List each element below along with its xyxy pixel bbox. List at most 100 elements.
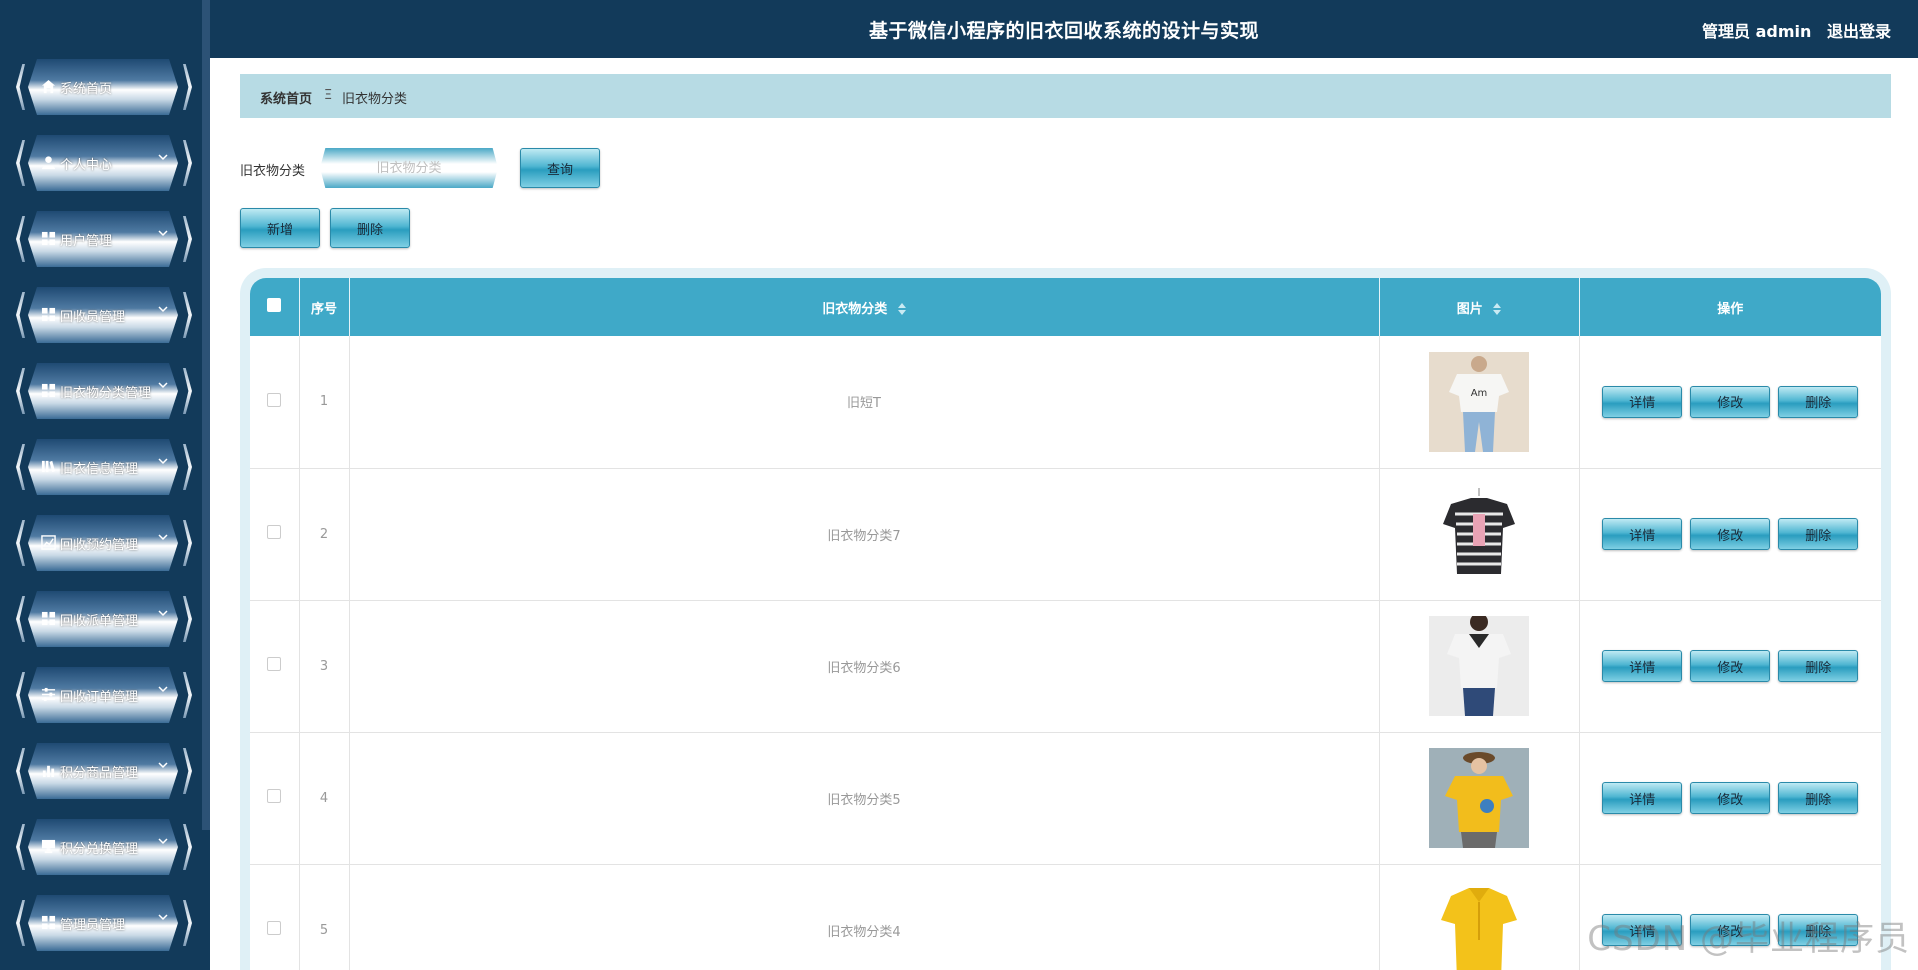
select-all-cell: [250, 278, 300, 336]
row-index: 1: [299, 336, 350, 469]
white-tshirt-photo[interactable]: Am: [1429, 351, 1529, 452]
row-image-cell: [1379, 732, 1580, 865]
top-header: 基于微信小程序的旧衣回收系统的设计与实现 管理员 admin 退出登录: [210, 0, 1918, 58]
delete-button[interactable]: 删除: [1778, 650, 1859, 682]
chevron-down-icon: [158, 762, 168, 769]
sidebar-item-label: 积分商品管理: [60, 766, 139, 781]
sidebar-item-label: 用户管理: [60, 234, 113, 249]
query-button[interactable]: 查询: [520, 148, 600, 188]
monitor-icon: [41, 839, 56, 854]
sort-icon[interactable]: [897, 303, 906, 315]
watermark: CSDN @毕业程序员: [1587, 919, 1910, 959]
sidebar-item-points-exchange[interactable]: 积分兑换管理: [14, 818, 194, 876]
chart-line-icon: [41, 535, 56, 550]
grid-icon: [41, 307, 56, 322]
sidebar-item-label: 回收预约管理: [60, 538, 139, 553]
delete-button[interactable]: 删除: [1778, 385, 1859, 418]
table-row: 4 旧衣物分类5 详情 修改 删除: [250, 732, 1881, 865]
row-actions: 详情 修改 删除: [1579, 600, 1881, 733]
row-index: 3: [299, 600, 350, 733]
header-image[interactable]: 图片: [1379, 278, 1580, 336]
sidebar-item-label: 回收订单管理: [60, 690, 139, 705]
detail-button[interactable]: 详情: [1602, 782, 1683, 814]
grid-icon: [41, 383, 56, 398]
search-input[interactable]: [320, 148, 498, 188]
sidebar-item-home[interactable]: 系统首页: [14, 58, 194, 116]
row-actions: 详情 修改 删除: [1579, 336, 1881, 469]
row-category: 旧短T: [349, 336, 1380, 469]
home-icon: [41, 79, 56, 94]
row-index: 2: [299, 468, 350, 601]
breadcrumb-home[interactable]: 系统首页: [260, 88, 312, 107]
sidebar-item-points-products[interactable]: 积分商品管理: [14, 742, 194, 800]
yellow-polo-photo[interactable]: [1429, 880, 1529, 970]
row-image-cell: [1379, 864, 1580, 970]
header-category-label: 旧衣物分类: [822, 301, 888, 317]
row-checkbox[interactable]: [267, 789, 282, 803]
header-image-label: 图片: [1456, 301, 1483, 317]
sidebar-item-label: 回收派单管理: [60, 614, 139, 629]
sidebar-item-label: 旧衣物分类管理: [60, 386, 152, 401]
sort-icon[interactable]: [1493, 303, 1502, 315]
row-image-cell: [1379, 600, 1580, 733]
row-category: 旧衣物分类6: [349, 600, 1380, 733]
sidebar-item-dispatch[interactable]: 回收派单管理: [14, 590, 194, 648]
sidebar-item-profile[interactable]: 个人中心: [14, 134, 194, 192]
app-root: 系统首页 个人中心 用户管理 回收员管理 旧衣物分类管理 旧衣信息管理 回收预约…: [0, 0, 1918, 970]
delete-button[interactable]: 删除: [1778, 782, 1859, 814]
sidebar-item-label: 回收员管理: [60, 310, 126, 325]
header-category[interactable]: 旧衣物分类: [349, 278, 1380, 336]
edit-button[interactable]: 修改: [1690, 518, 1771, 550]
sidebar-item-recyclers[interactable]: 回收员管理: [14, 286, 194, 344]
select-all-checkbox[interactable]: [267, 298, 282, 312]
row-actions: 详情 修改 删除: [1579, 468, 1881, 601]
sidebar-item-orders[interactable]: 回收订单管理: [14, 666, 194, 724]
white-top-photo[interactable]: [1429, 616, 1529, 716]
row-image-cell: Am: [1379, 336, 1580, 469]
logout-link[interactable]: 退出登录: [1827, 22, 1891, 41]
user-icon: [41, 156, 56, 170]
add-button[interactable]: 新增: [240, 208, 320, 248]
chevron-down-icon: [158, 838, 168, 845]
header-index: 序号: [299, 278, 350, 336]
row-index: 4: [299, 732, 350, 865]
sidebar-item-clothing-info[interactable]: 旧衣信息管理: [14, 438, 194, 496]
sidebar-scrollbar[interactable]: [202, 0, 210, 830]
row-checkbox[interactable]: [267, 921, 282, 935]
bulk-delete-button[interactable]: 删除: [330, 208, 410, 248]
grid-icon: [41, 231, 56, 246]
striped-tshirt-photo[interactable]: [1429, 484, 1529, 584]
row-checkbox[interactable]: [267, 525, 282, 539]
row-category: 旧衣物分类4: [349, 864, 1380, 970]
row-index: 5: [299, 864, 350, 970]
chevron-down-icon: [158, 154, 168, 161]
chevron-down-icon: [158, 534, 168, 541]
breadcrumb: 系统首页 Ξ 旧衣物分类: [240, 74, 1891, 118]
row-image-cell: [1379, 468, 1580, 601]
breadcrumb-separator: Ξ: [324, 88, 333, 103]
detail-button[interactable]: 详情: [1602, 650, 1683, 682]
sidebar-item-appointments[interactable]: 回收预约管理: [14, 514, 194, 572]
delete-button[interactable]: 删除: [1778, 518, 1859, 550]
book-icon: [41, 460, 56, 473]
table-row: 2 旧衣物分类7 详情 修改 删除: [250, 468, 1881, 601]
row-checkbox[interactable]: [267, 657, 282, 671]
sidebar-item-clothing-category[interactable]: 旧衣物分类管理: [14, 362, 194, 420]
chevron-down-icon: [158, 230, 168, 237]
edit-button[interactable]: 修改: [1690, 650, 1771, 682]
chevron-down-icon: [158, 610, 168, 617]
sliders-icon: [41, 687, 56, 702]
chevron-down-icon: [158, 458, 168, 465]
yellow-shirt-photo[interactable]: [1429, 748, 1529, 848]
sidebar-item-users[interactable]: 用户管理: [14, 210, 194, 268]
row-checkbox[interactable]: [267, 392, 282, 407]
row-category: 旧衣物分类7: [349, 468, 1380, 601]
edit-button[interactable]: 修改: [1690, 385, 1771, 418]
sidebar-item-admins[interactable]: 管理员管理: [14, 894, 194, 952]
search-label: 旧衣物分类: [240, 164, 306, 179]
chevron-down-icon: [158, 914, 168, 921]
detail-button[interactable]: 详情: [1602, 385, 1683, 418]
detail-button[interactable]: 详情: [1602, 518, 1683, 550]
edit-button[interactable]: 修改: [1690, 782, 1771, 814]
sidebar-item-label: 管理员管理: [60, 918, 126, 933]
